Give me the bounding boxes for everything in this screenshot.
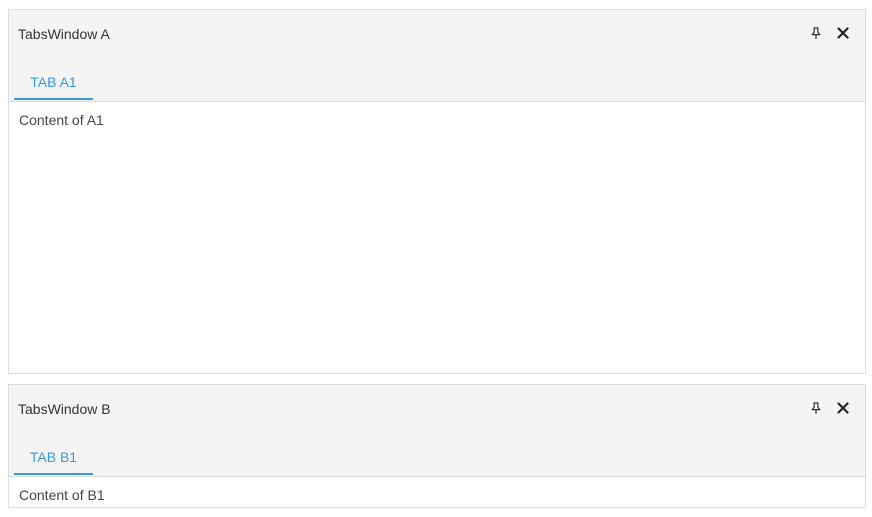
tabs-window-a: TabsWindow A TAB A1 Content of A1	[8, 9, 866, 374]
tabs-window-b: TabsWindow B TAB B1 Content of B1	[8, 384, 866, 508]
window-header: TabsWindow A	[9, 10, 865, 58]
pin-icon[interactable]	[808, 25, 824, 41]
window-title: TabsWindow B	[18, 401, 111, 417]
tab-b1[interactable]: TAB B1	[14, 441, 93, 475]
window-header: TabsWindow B	[9, 385, 865, 433]
pin-icon[interactable]	[808, 400, 824, 416]
tab-strip: TAB A1	[9, 58, 865, 102]
tab-content: Content of A1	[9, 102, 865, 373]
window-actions	[808, 400, 851, 416]
tab-content: Content of B1	[9, 477, 865, 507]
tab-a1[interactable]: TAB A1	[14, 66, 93, 100]
window-actions	[808, 25, 851, 41]
window-title: TabsWindow A	[18, 26, 110, 42]
close-icon[interactable]	[835, 400, 851, 416]
tab-strip: TAB B1	[9, 433, 865, 477]
close-icon[interactable]	[835, 25, 851, 41]
